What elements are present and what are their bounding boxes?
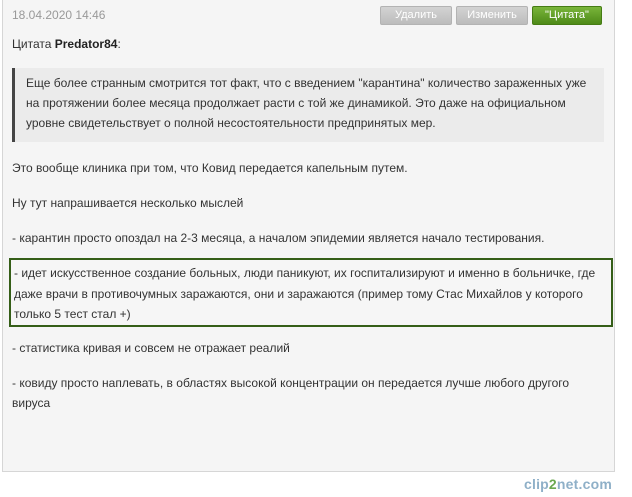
edit-button[interactable]: Изменить bbox=[456, 6, 528, 25]
forum-post: 18.04.2020 14:46 Удалить Изменить "Цитат… bbox=[2, 0, 615, 472]
paragraph-clinic: Это вообще клиника при том, что Ковид пе… bbox=[12, 161, 408, 175]
watermark-part2: 2 bbox=[548, 476, 557, 492]
quote-suffix: : bbox=[117, 37, 121, 51]
quote-prefix: Цитата bbox=[12, 37, 52, 51]
quote-author[interactable]: Predator84 bbox=[55, 37, 118, 51]
paragraph-quarantine: - карантин просто опоздал на 2-3 месяца,… bbox=[12, 231, 545, 245]
delete-button[interactable]: Удалить bbox=[380, 6, 452, 25]
quote-button[interactable]: "Цитата" bbox=[532, 6, 602, 25]
watermark-part1: clip bbox=[524, 476, 549, 492]
post-date: 18.04.2020 14:46 bbox=[12, 8, 106, 22]
paragraph-thoughts: Ну тут напрашивается несколько мыслей bbox=[12, 196, 244, 210]
highlighted-paragraph: - идет искусственное создание больных, л… bbox=[9, 258, 613, 327]
paragraph-statistics: - статистика кривая и совсем не отражает… bbox=[12, 341, 290, 355]
quote-block: Еще более странным смотрится тот факт, ч… bbox=[12, 68, 604, 142]
watermark-part3: net.com bbox=[556, 476, 612, 492]
paragraph-covid: - ковиду просто наплевать, в областях вы… bbox=[12, 376, 570, 410]
quote-header: Цитата Predator84: bbox=[12, 34, 121, 54]
watermark-logo: clip2net.com bbox=[524, 476, 612, 492]
